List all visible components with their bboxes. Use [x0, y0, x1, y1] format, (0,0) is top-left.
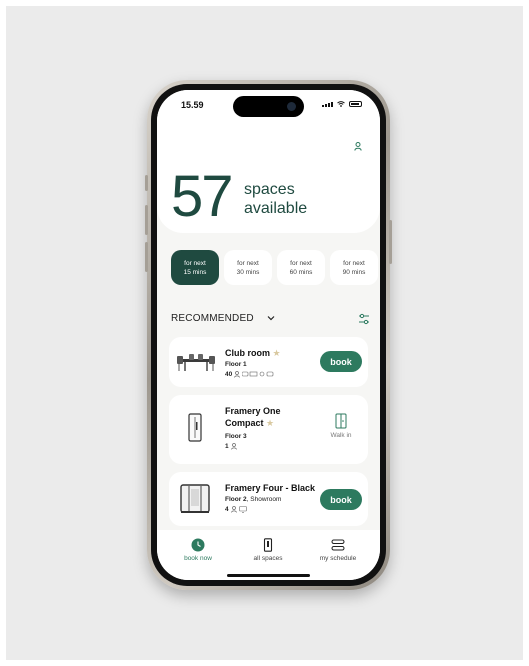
- space-title-line2: Compact: [225, 418, 264, 428]
- space-title: Framery Four - Black: [225, 482, 315, 494]
- app-screen: 57 spaces available 15.59 for next 15 mi…: [157, 90, 380, 580]
- filter-15-mins[interactable]: for next 15 mins: [171, 250, 219, 285]
- available-count: 57: [171, 164, 233, 229]
- filter-30-mins[interactable]: for next 30 mins: [224, 250, 272, 285]
- space-floor-text: Floor 1: [225, 361, 247, 368]
- space-title: Club room ★: [225, 347, 281, 359]
- battery-icon: [349, 101, 362, 107]
- book-button[interactable]: book: [320, 351, 362, 372]
- filter-label: for next: [290, 259, 312, 267]
- profile-button[interactable]: [350, 138, 366, 154]
- chevron-down-icon[interactable]: [266, 313, 276, 323]
- filter-duration: 15 mins: [183, 268, 207, 276]
- amenity-icons: [242, 371, 274, 377]
- tab-all-spaces[interactable]: all spaces: [238, 538, 298, 562]
- dynamic-island: [233, 96, 304, 117]
- space-meta: 40: [225, 371, 274, 378]
- favorite-star-icon[interactable]: ★: [273, 348, 281, 358]
- tab-label: all spaces: [253, 555, 283, 562]
- space-meta: 4: [225, 506, 247, 513]
- space-card-framery-one-compact[interactable]: Framery One Compact ★ Floor 3 1 Walk in: [169, 395, 368, 464]
- space-title-text: Framery Four - Black: [225, 483, 316, 493]
- filter-label: for next: [184, 259, 206, 267]
- space-capacity: 1: [225, 443, 229, 450]
- status-time: 15.59: [181, 100, 204, 110]
- filter-duration: 60 mins: [289, 268, 313, 276]
- filter-label: for next: [343, 259, 365, 267]
- person-icon: [230, 506, 237, 513]
- bottom-tab-bar: book now all spaces my schedule: [157, 530, 380, 580]
- tab-label: my schedule: [319, 555, 357, 562]
- space-title-line1: Framery One: [225, 406, 281, 416]
- tab-book-now[interactable]: book now: [168, 538, 228, 562]
- space-title: Framery One Compact ★: [225, 405, 281, 429]
- available-label-line1: spaces: [244, 181, 295, 198]
- power-button: [389, 220, 392, 264]
- walk-in-label: Walk in: [330, 432, 352, 439]
- book-button[interactable]: book: [320, 489, 362, 510]
- screen-icon: [238, 506, 247, 513]
- filter-90-mins[interactable]: for next 90 mins: [330, 250, 378, 285]
- filter-duration: 90 mins: [342, 268, 366, 276]
- space-floor-text: Floor 3: [225, 433, 247, 440]
- space-meta: 1: [225, 443, 237, 450]
- space-floor: Floor 2, Showroom: [225, 496, 281, 503]
- signal-icon: [322, 101, 333, 107]
- filter-duration: 30 mins: [236, 268, 260, 276]
- recommended-row: RECOMMENDED: [171, 312, 371, 326]
- space-card-framery-four-black[interactable]: Framery Four - Black Floor 2, Showroom 4…: [169, 472, 368, 526]
- available-label-line2: available: [244, 200, 308, 217]
- person-icon: [230, 443, 237, 450]
- home-indicator[interactable]: [227, 574, 310, 577]
- filter-60-mins[interactable]: for next 60 mins: [277, 250, 325, 285]
- space-floor-text: Floor 2: [225, 496, 247, 503]
- tab-my-schedule[interactable]: my schedule: [308, 538, 368, 562]
- available-label: spaces available: [244, 180, 307, 218]
- wifi-icon: [337, 101, 345, 107]
- space-card-club-room[interactable]: Club room ★ Floor 1 40 book: [169, 337, 368, 387]
- person-icon: [234, 371, 241, 378]
- space-floor: Floor 3: [225, 433, 247, 440]
- recommended-dropdown[interactable]: RECOMMENDED: [171, 313, 254, 324]
- booth-icon: [263, 538, 273, 552]
- time-filter-chips: for next 15 mins for next 30 mins for ne…: [171, 250, 378, 285]
- volume-up-button: [145, 205, 148, 235]
- person-icon: [354, 141, 362, 151]
- meeting-pod-thumbnail: [180, 484, 210, 513]
- space-capacity: 4: [225, 506, 229, 513]
- status-icons: [322, 101, 362, 107]
- status-bar: 15.59: [157, 90, 380, 120]
- favorite-star-icon[interactable]: ★: [266, 418, 274, 428]
- walk-in-button[interactable]: Walk in: [322, 413, 360, 439]
- space-location: , Showroom: [246, 496, 282, 503]
- filter-label: for next: [237, 259, 259, 267]
- schedule-list-icon: [331, 539, 345, 551]
- clock-icon: [191, 538, 205, 552]
- volume-down-button: [145, 242, 148, 272]
- door-icon: [335, 413, 347, 429]
- phone-booth-thumbnail: [188, 413, 202, 442]
- tab-label: book now: [184, 555, 212, 562]
- meeting-table-thumbnail: [177, 354, 215, 371]
- phone-frame: 57 spaces available 15.59 for next 15 mi…: [145, 80, 392, 590]
- camera-icon: [287, 102, 296, 111]
- space-floor: Floor 1: [225, 361, 247, 368]
- space-capacity: 40: [225, 371, 233, 378]
- filter-settings-icon[interactable]: [357, 312, 371, 326]
- mute-switch: [145, 175, 148, 191]
- space-title-text: Club room: [225, 348, 270, 358]
